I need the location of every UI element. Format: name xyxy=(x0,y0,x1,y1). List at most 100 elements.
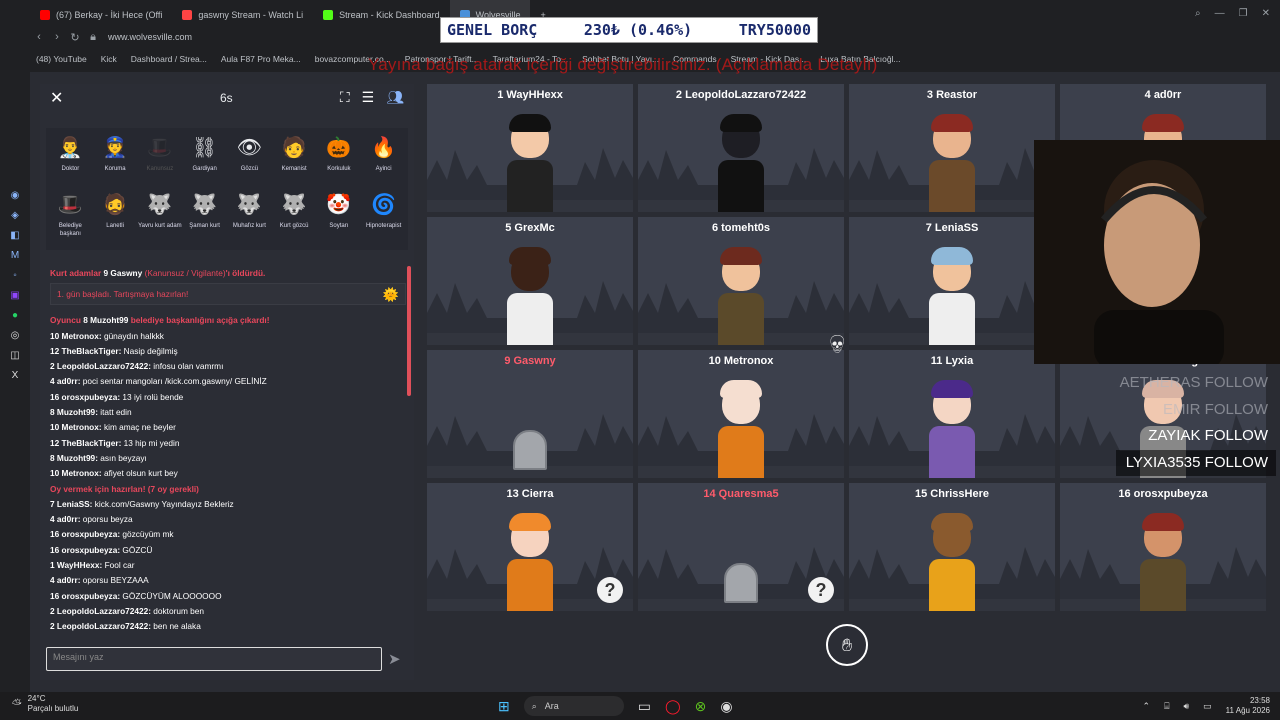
player-name: 9 Gaswny xyxy=(504,355,556,367)
vote-notice: Oy vermek için hazırlan! (7 oy gerekli) xyxy=(50,483,199,494)
player-name: 3 Reastor xyxy=(926,89,978,101)
sidebar-icon[interactable]: ◦ xyxy=(13,270,17,281)
url-field[interactable]: www.wolvesville.com xyxy=(108,32,192,42)
ticker-label: GENEL BORÇ xyxy=(447,21,538,39)
game-launcher-icon[interactable]: ◉ xyxy=(720,698,732,715)
role-item[interactable]: 👨‍⚕️ Doktor xyxy=(48,132,93,189)
battery-icon[interactable]: ▭ xyxy=(1203,701,1212,712)
player-name: 4 ad0rr xyxy=(1144,89,1182,101)
maximize-icon[interactable]: ❐ xyxy=(1239,8,1248,19)
x-icon[interactable]: X xyxy=(12,370,19,381)
bookmark-item[interactable]: (48) YouTube xyxy=(36,54,87,64)
mayor-reveal-message: Oyuncu 8 Muzoht99 belediye başkanlığını … xyxy=(50,315,270,326)
player-name: 15 ChrissHere xyxy=(915,488,989,500)
role-label: Kanunsuz xyxy=(146,166,174,172)
volume-icon[interactable]: 🔊︎ xyxy=(1183,701,1189,712)
role-item[interactable]: 🐺 Yavru kurt adam xyxy=(138,189,183,246)
player-avatar xyxy=(927,247,977,345)
role-item[interactable]: 🐺 Muhafız kurt xyxy=(227,189,272,246)
role-item[interactable]: 🎃 Korkuluk xyxy=(317,132,362,189)
player-card[interactable]: 6 tomeht0s xyxy=(638,217,844,345)
alchemist-icon: 🧑 xyxy=(281,136,307,159)
sidebar-icon[interactable]: M xyxy=(11,250,19,261)
instagram-icon[interactable]: ◫ xyxy=(10,350,19,361)
cursed-icon: 🧔 xyxy=(102,193,128,216)
chat-message: 12 TheBlackTiger: 13 hip mi yedin xyxy=(50,437,180,448)
player-card[interactable]: 5 GrexMc xyxy=(427,217,633,345)
jailer-icon: ⛓ xyxy=(191,136,218,159)
role-item[interactable]: 🧑 Kemanist xyxy=(272,132,317,189)
chat-scrollbar[interactable] xyxy=(407,266,411,396)
sidebar-icon[interactable]: ◉ xyxy=(11,190,20,201)
role-item[interactable]: 🧔 Lanetli xyxy=(93,189,138,246)
close-icon[interactable]: ✕ xyxy=(50,88,63,108)
player-card[interactable]: 10 Metronox xyxy=(638,350,844,478)
forward-icon[interactable]: › xyxy=(48,31,66,43)
role-item[interactable]: 🤡 Soytarı xyxy=(317,189,362,246)
fool-icon: 🤡 xyxy=(326,193,352,216)
donation-banner: Yayına bağış atarak içeriği değiştirebil… xyxy=(368,55,878,74)
role-label: Yavru kurt adam xyxy=(138,223,182,229)
search-tabs-icon[interactable]: ⌕ xyxy=(1195,8,1201,19)
role-label: Hipnoterapist xyxy=(365,223,402,229)
chat-input[interactable]: Mesajını yaz xyxy=(46,647,382,671)
player-avatar xyxy=(716,114,766,212)
clock[interactable]: 23:58 11 Ağu 2026 xyxy=(1226,696,1270,716)
close-icon[interactable]: ✕ xyxy=(1262,8,1270,19)
player-card[interactable]: 13 Cierra? xyxy=(427,483,633,611)
role-item[interactable]: 🎩 Belediye başkanı xyxy=(48,189,93,246)
file-explorer-icon[interactable]: ▭ xyxy=(638,698,651,715)
minimize-icon[interactable]: — xyxy=(1215,8,1225,19)
vigilante-icon: 🎩 xyxy=(147,136,173,159)
role-label: Muhafız kurt xyxy=(232,223,266,229)
role-item[interactable]: 🎩 Kanunsuz xyxy=(138,132,183,189)
player-card[interactable]: 7 LeniaSS xyxy=(849,217,1055,345)
role-label: Kemanist xyxy=(281,166,307,172)
opera-icon[interactable]: ◯ xyxy=(665,698,681,715)
action-button[interactable]: ✋︎ xyxy=(826,624,868,666)
role-item[interactable]: 👮 Koruma xyxy=(93,132,138,189)
twitch-icon[interactable]: ▣ xyxy=(10,290,19,301)
bookmark-item[interactable]: Dashboard / Strea... xyxy=(131,54,207,64)
chat-message: 1 WayHHexx: Fool car xyxy=(50,560,135,571)
player-card[interactable]: 16 orosxpubeyza xyxy=(1060,483,1266,611)
role-item[interactable]: 🐺 Şaman kurt xyxy=(182,189,227,246)
weather-widget[interactable]: ⛅︎ 24°C Parçalı bulutlu xyxy=(12,694,78,714)
role-item[interactable]: 🌀 Hipnoterapist xyxy=(361,189,406,246)
player-name: 2 LeopoldoLazzaro72422 xyxy=(675,89,807,101)
bookmark-item[interactable]: Aula F87 Pro Meka... xyxy=(221,54,301,64)
network-icon[interactable]: ⌸ xyxy=(1164,701,1169,712)
search-icon: ⌕ xyxy=(531,700,537,711)
player-card[interactable]: 9 Gaswny xyxy=(427,350,633,478)
streamer-silhouette xyxy=(1094,160,1224,370)
chat-message: 4 ad0rr: oporsu BEYZAAA xyxy=(50,575,149,586)
fullscreen-icon[interactable]: ⛶ xyxy=(340,89,350,106)
sidebar-icon[interactable]: ◧ xyxy=(10,230,19,241)
role-item[interactable]: 🐺 Kurt gözcü xyxy=(272,189,317,246)
back-icon[interactable]: ‹ xyxy=(30,31,48,43)
reload-icon[interactable]: ↻ xyxy=(66,31,84,44)
menu-icon[interactable]: ☰ xyxy=(362,89,375,106)
player-card[interactable]: 1 WayHHexx xyxy=(427,84,633,212)
taskbar-search[interactable]: ⌕ Ara xyxy=(523,696,624,716)
bookmark-item[interactable]: Kick xyxy=(101,54,117,64)
chevron-up-icon[interactable]: ⌃ xyxy=(1143,701,1151,712)
discord-icon[interactable]: ◎ xyxy=(11,330,20,341)
player-card[interactable]: 15 ChrissHere xyxy=(849,483,1055,611)
role-label: Korkuluk xyxy=(327,166,351,172)
windows-start-icon[interactable]: ⊞ xyxy=(498,698,510,715)
player-card[interactable]: 14 Quaresma5? xyxy=(638,483,844,611)
scarecrow-icon: 🎃 xyxy=(326,136,352,159)
player-card[interactable]: 3 Reastor xyxy=(849,84,1055,212)
players-icon[interactable]: 👥︎ xyxy=(386,89,404,106)
role-item[interactable]: 👁 Gözcü xyxy=(227,132,272,189)
sidebar-icon[interactable]: ◈ xyxy=(11,210,19,221)
whatsapp-icon[interactable]: ● xyxy=(12,310,18,321)
xbox-icon[interactable]: ⊗ xyxy=(695,698,707,715)
player-card[interactable]: 2 LeopoldoLazzaro72422 xyxy=(638,84,844,212)
send-icon[interactable]: ➤ xyxy=(388,650,401,668)
role-item[interactable]: ⛓ Gardiyan xyxy=(182,132,227,189)
wolf-cub-icon: 🐺 xyxy=(147,193,173,216)
role-item[interactable]: 🔥 Ayinci xyxy=(361,132,406,189)
player-card[interactable]: 11 Lyxia xyxy=(849,350,1055,478)
